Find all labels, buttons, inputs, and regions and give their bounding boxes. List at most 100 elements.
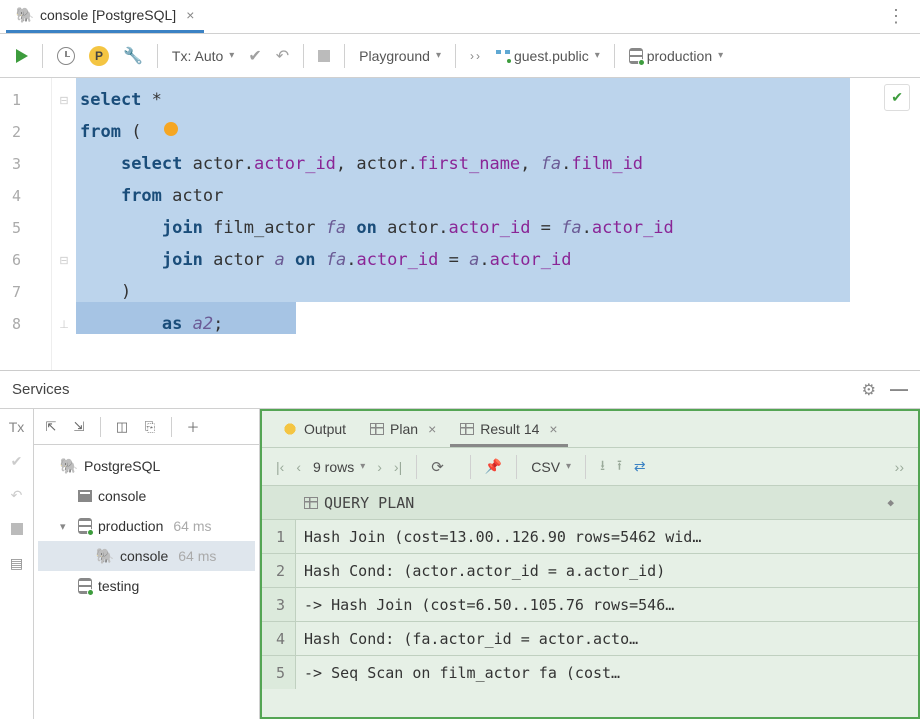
analysis-status-ok[interactable]: ✔ <box>884 84 910 111</box>
result-tab-bar: Output Plan× Result 14× <box>262 411 918 447</box>
dialect-button[interactable]: P <box>83 41 115 71</box>
result-row[interactable]: 4 Hash Cond: (fa.actor_id = actor.acto… <box>262 621 918 655</box>
code-line[interactable]: ) <box>80 276 912 308</box>
chevron-down-icon: ▾ <box>360 461 365 472</box>
tree-row-console[interactable]: 🐘console64 ms <box>38 541 255 571</box>
rollback-button[interactable]: ↶ <box>7 485 27 505</box>
console-tab[interactable]: 🐘 console [PostgreSQL] × <box>6 0 204 33</box>
add-button[interactable]: ＋ <box>182 416 204 438</box>
close-icon[interactable]: × <box>428 421 436 437</box>
rows-dropdown[interactable]: 9 rows▾ <box>309 459 369 475</box>
query-plan-cell[interactable]: -> Seq Scan on film_actor fa (cost… <box>296 664 918 682</box>
result-row[interactable]: 2 Hash Cond: (actor.actor_id = a.actor_i… <box>262 553 918 587</box>
gutter: 12345678 <box>0 78 52 370</box>
rollback-button[interactable]: ↶ <box>270 41 295 71</box>
code-line[interactable]: select * <box>80 84 912 116</box>
playground-dropdown[interactable]: Playground▾ <box>353 41 447 71</box>
undo-icon: ↶ <box>276 46 289 66</box>
layout-button[interactable]: ▤ <box>7 553 27 573</box>
database-icon <box>78 578 92 594</box>
close-icon[interactable]: × <box>186 7 194 23</box>
export-format-dropdown[interactable]: CSV▾ <box>527 459 575 475</box>
tx-label: Tx: Auto <box>172 48 223 64</box>
result-row[interactable]: 1Hash Join (cost=13.00..126.90 rows=5462… <box>262 519 918 553</box>
time-label: 64 ms <box>173 518 211 534</box>
tree-row-testing[interactable]: testing <box>38 571 255 601</box>
more-button[interactable]: ›› <box>464 41 488 71</box>
schema-label: guest.public <box>514 48 589 64</box>
tx-mode-dropdown[interactable]: Tx: Auto ▾ <box>166 41 240 71</box>
tree-row-console[interactable]: console <box>38 481 255 511</box>
run-button[interactable] <box>10 41 34 71</box>
group-button[interactable]: ◫ <box>111 416 133 438</box>
stop-button[interactable] <box>312 41 336 71</box>
more-horizontal-icon: ›› <box>470 49 482 63</box>
output-icon <box>282 421 298 437</box>
wrench-icon: 🔧 <box>123 46 143 66</box>
result-row[interactable]: 5 -> Seq Scan on film_actor fa (cost… <box>262 655 918 689</box>
close-icon[interactable]: × <box>549 421 557 437</box>
fold-marker[interactable]: ⊟ <box>52 84 76 116</box>
next-page-button[interactable]: › <box>373 459 386 475</box>
expand-all-button[interactable]: ⇱ <box>40 416 62 438</box>
tree-row-production[interactable]: ▾production64 ms <box>38 511 255 541</box>
line-number: 7 <box>0 276 51 308</box>
last-page-button[interactable]: ›| <box>390 459 406 475</box>
code-line[interactable]: join actor a on fa.actor_id = a.actor_id <box>80 244 912 276</box>
line-number: 4 <box>0 180 51 212</box>
commit-button[interactable]: ✔ <box>242 41 267 71</box>
prev-page-button[interactable]: ‹ <box>292 459 305 475</box>
tree-row-postgresql[interactable]: 🐘PostgreSQL <box>38 451 255 481</box>
plan-tab[interactable]: Plan× <box>360 411 446 447</box>
more-button[interactable]: ›› <box>891 459 908 475</box>
code-area[interactable]: select *from ( select actor.actor_id, ac… <box>76 78 920 370</box>
chevron-down-icon: ▾ <box>229 50 234 61</box>
refresh-button[interactable]: ⟳ <box>427 458 448 476</box>
result-column-header[interactable]: QUERY PLAN ◆ <box>262 485 918 519</box>
commit-button[interactable]: ✔ <box>7 451 27 471</box>
history-button[interactable] <box>51 41 81 71</box>
datasource-dropdown[interactable]: production▾ <box>623 41 729 71</box>
separator <box>303 44 304 68</box>
result-tab[interactable]: Result 14× <box>450 411 567 447</box>
upload-button[interactable]: ⭱ <box>613 455 626 479</box>
settings-button[interactable]: 🔧 <box>117 41 149 71</box>
tree-label: PostgreSQL <box>84 458 160 474</box>
gear-icon[interactable]: ⚙ <box>862 380 876 400</box>
compare-button[interactable]: ⇄ <box>630 458 650 475</box>
tree-label: console <box>98 488 146 504</box>
first-page-button[interactable]: |‹ <box>272 459 288 475</box>
grid-icon <box>304 497 318 509</box>
query-plan-cell[interactable]: -> Hash Join (cost=6.50..105.76 rows=546… <box>296 596 918 614</box>
refresh-icon: ⟳ <box>431 459 444 476</box>
clock-icon <box>57 47 75 65</box>
time-label: 64 ms <box>178 548 216 564</box>
filter-button[interactable]: ⎘ <box>139 416 161 438</box>
download-button[interactable]: ⭳ <box>596 455 609 479</box>
pin-button[interactable]: 📌 <box>481 458 506 475</box>
stop-button[interactable] <box>7 519 27 539</box>
fold-column: ⊟ ⊟ ⊥ <box>52 78 76 370</box>
result-row[interactable]: 3 -> Hash Join (cost=6.50..105.76 rows=5… <box>262 587 918 621</box>
query-plan-cell[interactable]: Hash Cond: (fa.actor_id = actor.acto… <box>296 630 918 648</box>
output-tab[interactable]: Output <box>272 411 356 447</box>
tx-label-button[interactable]: Tx <box>7 417 27 437</box>
sort-icon[interactable]: ◆ <box>887 496 894 509</box>
more-vertical-icon[interactable]: ⋮ <box>879 6 914 27</box>
collapse-all-button[interactable]: ⇲ <box>68 416 90 438</box>
sql-editor[interactable]: 12345678 ⊟ ⊟ ⊥ select *from ( select act… <box>0 78 920 370</box>
query-plan-cell[interactable]: Hash Join (cost=13.00..126.90 rows=5462 … <box>296 528 918 546</box>
separator <box>470 455 471 479</box>
schema-icon <box>496 50 510 62</box>
chevron-down-icon: ▾ <box>436 50 441 61</box>
schema-dropdown[interactable]: guest.public▾ <box>490 41 606 71</box>
code-line[interactable]: select actor.actor_id, actor.first_name,… <box>80 148 912 180</box>
code-line[interactable]: from ( <box>80 116 912 148</box>
separator <box>416 455 417 479</box>
fold-marker[interactable]: ⊟ <box>52 244 76 276</box>
code-line[interactable]: from actor <box>80 180 912 212</box>
code-line[interactable]: as a2; <box>80 308 912 340</box>
query-plan-cell[interactable]: Hash Cond: (actor.actor_id = a.actor_id) <box>296 562 918 580</box>
code-line[interactable]: join film_actor fa on actor.actor_id = f… <box>80 212 912 244</box>
hide-icon[interactable]: — <box>890 379 908 400</box>
